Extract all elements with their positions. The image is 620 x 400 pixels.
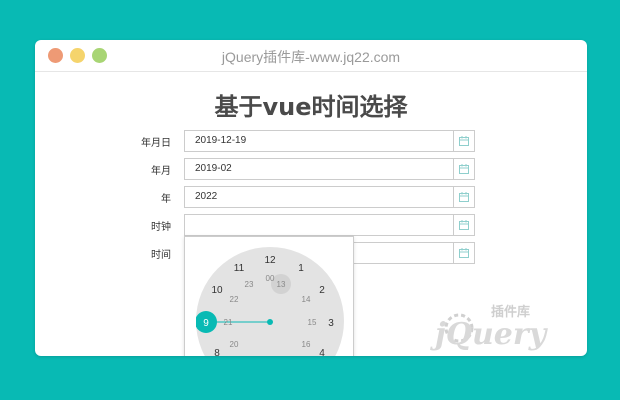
date-row-ymd: 年月日 2019-12-19 [35, 130, 587, 152]
title-bar: jQuery插件库-www.jq22.com [35, 40, 587, 72]
hour-20[interactable]: 20 [230, 340, 239, 349]
calendar-button[interactable] [453, 187, 474, 207]
hour-2[interactable]: 2 [319, 285, 325, 296]
calendar-icon [459, 136, 469, 146]
hour-8[interactable]: 8 [214, 348, 220, 356]
clock-center [267, 319, 273, 325]
calendar-icon [459, 220, 469, 230]
field-label: 年月 [151, 166, 171, 177]
date-row-ym: 年月 2019-02 [35, 158, 587, 180]
hour-1[interactable]: 1 [298, 263, 304, 274]
hour-00[interactable]: 00 [266, 274, 275, 283]
hour-22[interactable]: 22 [230, 295, 239, 304]
selected-hour: 9 [203, 318, 209, 329]
field-label: 年 [161, 194, 171, 205]
calendar-icon [459, 248, 469, 258]
calendar-icon [459, 192, 469, 202]
time-row-clock: 时钟 [35, 214, 587, 236]
date-row-year: 年 2022 [35, 186, 587, 208]
clock-picker-popup: 9 12 1 2 3 4 8 10 11 00 13 14 15 16 17 1… [184, 236, 354, 356]
field-label: 年月日 [141, 138, 171, 149]
field-value: 2019-12-19 [195, 135, 247, 146]
date-input-ymd[interactable]: 2019-12-19 [184, 130, 475, 152]
window-title: jQuery插件库-www.jq22.com [221, 49, 401, 65]
hour-13[interactable]: 13 [277, 280, 286, 289]
calendar-button[interactable] [453, 159, 474, 179]
jquery-logo-watermark: 插件库 jQuery [430, 304, 549, 352]
hour-21[interactable]: 21 [224, 318, 233, 327]
hour-11[interactable]: 11 [234, 263, 245, 274]
hour-12[interactable]: 12 [264, 255, 276, 266]
date-input-year[interactable]: 2022 [184, 186, 475, 208]
field-value: 2019-02 [195, 163, 232, 174]
calendar-icon [459, 164, 469, 174]
hour-16[interactable]: 16 [302, 340, 311, 349]
date-input-ym[interactable]: 2019-02 [184, 158, 475, 180]
hour-15[interactable]: 15 [308, 318, 317, 327]
calendar-button[interactable] [453, 215, 474, 235]
watermark-letters: jQuery [430, 317, 549, 352]
hour-10[interactable]: 10 [211, 285, 223, 296]
field-value: 2022 [195, 191, 218, 202]
browser-window: jQuery插件库-www.jq22.com 基于vue时间选择 年月日 201… [35, 40, 587, 356]
page-title: 基于vue时间选择 [214, 93, 408, 121]
clock-input[interactable] [184, 214, 475, 236]
field-label: 时间 [151, 250, 171, 261]
hour-14[interactable]: 14 [302, 295, 311, 304]
hour-3[interactable]: 3 [328, 318, 334, 329]
hour-4[interactable]: 4 [319, 348, 325, 356]
hour-23[interactable]: 23 [245, 280, 254, 289]
field-label: 时钟 [151, 222, 171, 233]
calendar-button[interactable] [453, 243, 474, 263]
clock-face[interactable]: 9 12 1 2 3 4 8 10 11 00 13 14 15 16 17 1… [196, 247, 344, 356]
calendar-button[interactable] [453, 131, 474, 151]
